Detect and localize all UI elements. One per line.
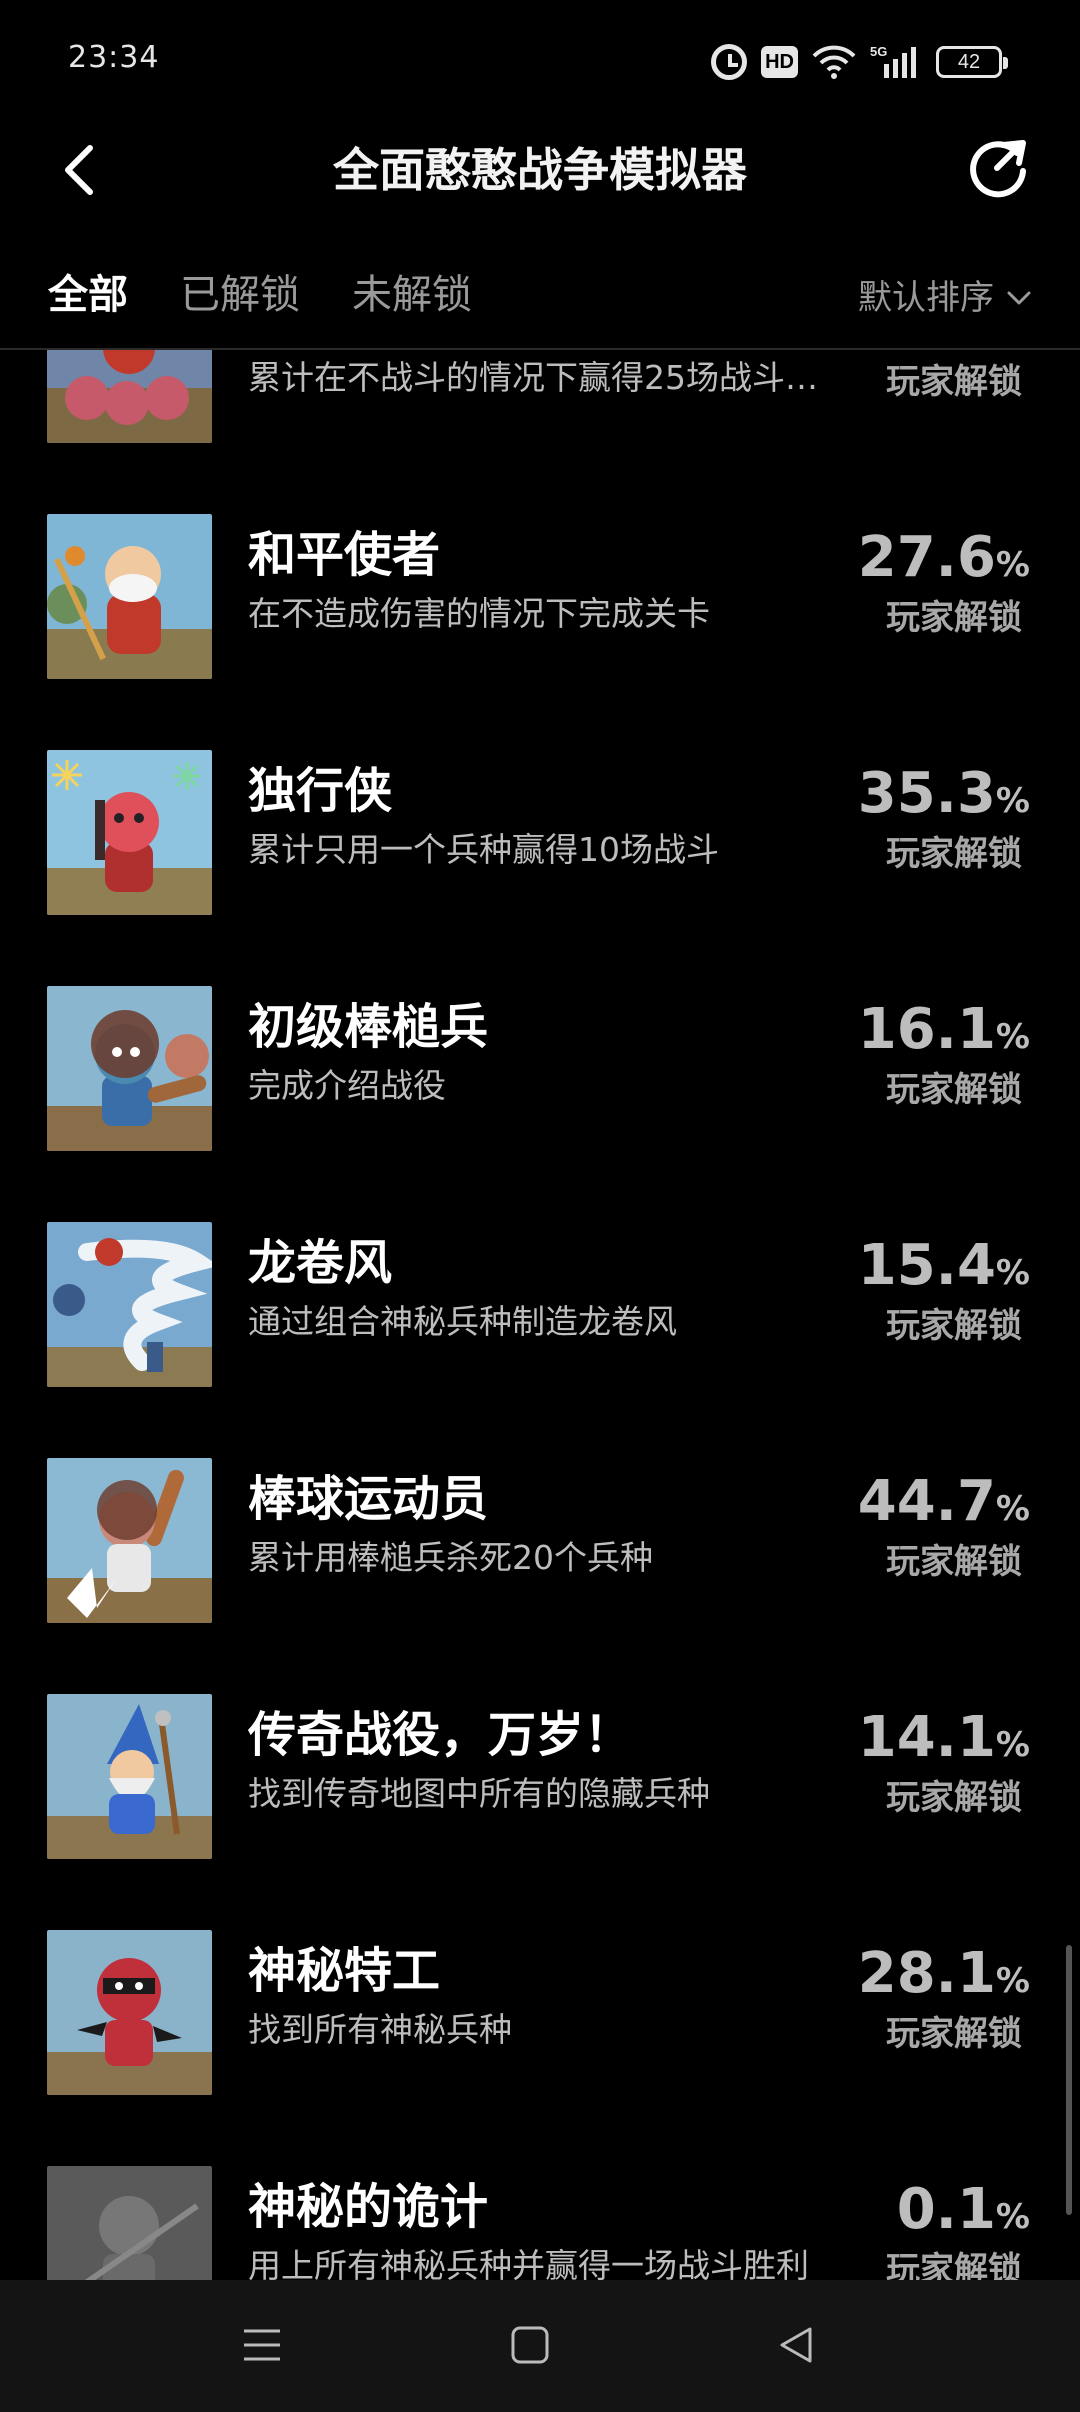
monk-thumb bbox=[47, 514, 212, 679]
sort-label: 默认排序 bbox=[858, 278, 994, 318]
unlock-label: 玩家解锁 bbox=[886, 1306, 1022, 1346]
svg-text:5G: 5G bbox=[870, 44, 887, 59]
achievement-row[interactable]: 神秘的诡计 用上所有神秘兵种并赢得一场战斗胜利 0.1% 玩家解锁 bbox=[0, 2124, 1080, 2280]
status-icons: HD 5G 42 bbox=[711, 38, 1008, 86]
achievement-row[interactable]: 棒球运动员 累计用棒槌兵杀死20个兵种 44.7% 玩家解锁 bbox=[0, 1416, 1080, 1652]
back-triangle-icon bbox=[780, 2327, 812, 2363]
ninja-thumb bbox=[47, 1930, 212, 2095]
achievement-desc: 完成介绍战役 bbox=[248, 1066, 446, 1105]
hd-icon: HD bbox=[761, 46, 798, 78]
fireworks-thumb bbox=[47, 750, 212, 915]
achievement-name: 初级棒槌兵 bbox=[248, 999, 489, 1055]
achievement-percent: 35.3% bbox=[857, 761, 1030, 826]
achievement-row[interactable]: 和平使者 在不造成伤害的情况下完成关卡 27.6% 玩家解锁 bbox=[0, 472, 1080, 708]
achievement-row[interactable]: 独行侠 累计只用一个兵种赢得10场战斗 35.3% 玩家解锁 bbox=[0, 708, 1080, 944]
achievement-percent: 27.6% bbox=[857, 525, 1030, 590]
page-title: 全面憨憨战争模拟器 bbox=[333, 143, 747, 197]
alarm-icon bbox=[711, 44, 748, 80]
achievement-desc: 累计在不战斗的情况下赢得25场战斗胜利 bbox=[248, 358, 848, 397]
battery-icon: 42 bbox=[936, 46, 1008, 78]
achievement-percent: 15.4% bbox=[857, 1233, 1030, 1298]
menu-icon bbox=[244, 2329, 280, 2361]
tab-all[interactable]: 全部 bbox=[48, 265, 128, 325]
red-unit-thumb bbox=[47, 350, 212, 443]
unlock-label: 玩家解锁 bbox=[886, 2014, 1022, 2054]
achievement-row[interactable]: 传奇战役，万岁！ 找到传奇地图中所有的隐藏兵种 14.1% 玩家解锁 bbox=[0, 1652, 1080, 1888]
unlock-label: 玩家解锁 bbox=[886, 1778, 1022, 1818]
signal-5g-icon: 5G bbox=[870, 44, 922, 80]
tab-locked[interactable]: 未解锁 bbox=[352, 265, 472, 325]
unlock-label: 玩家解锁 bbox=[886, 598, 1022, 638]
unlock-label: 玩家解锁 bbox=[886, 2250, 1022, 2280]
achievement-list[interactable]: 累计在不战斗的情况下赢得25场战斗胜利 玩家解锁 和平使者 在不造成伤害的情况下… bbox=[0, 350, 1080, 2280]
status-bar: 23:34 HD 5G 42 bbox=[0, 0, 1080, 120]
app-header: 全面憨憨战争模拟器 bbox=[0, 120, 1080, 220]
home-square-icon bbox=[511, 2326, 549, 2364]
home-button[interactable] bbox=[490, 2310, 570, 2380]
tab-unlocked[interactable]: 已解锁 bbox=[180, 265, 300, 325]
achievement-desc: 找到传奇地图中所有的隐藏兵种 bbox=[248, 1774, 710, 1813]
achievement-desc: 累计用棒槌兵杀死20个兵种 bbox=[248, 1538, 653, 1577]
tornado-thumb bbox=[47, 1222, 212, 1387]
filter-tabs: 全部 已解锁 未解锁 默认排序 bbox=[0, 255, 1080, 335]
locked-thumb bbox=[47, 2166, 212, 2280]
achievement-percent: 44.7% bbox=[857, 1469, 1030, 1534]
achievement-percent: 14.1% bbox=[857, 1705, 1030, 1770]
achievement-name: 棒球运动员 bbox=[248, 1471, 489, 1527]
clock: 23:34 bbox=[68, 40, 160, 75]
achievement-percent: 16.1% bbox=[857, 997, 1030, 1062]
back-nav-button[interactable] bbox=[756, 2310, 836, 2380]
achievement-row[interactable]: 累计在不战斗的情况下赢得25场战斗胜利 玩家解锁 bbox=[0, 350, 1080, 472]
achievement-name: 独行侠 bbox=[248, 763, 393, 819]
achievement-row[interactable]: 龙卷风 通过组合神秘兵种制造龙卷风 15.4% 玩家解锁 bbox=[0, 1180, 1080, 1416]
scrollbar[interactable] bbox=[1066, 1945, 1072, 2215]
unlock-label: 玩家解锁 bbox=[886, 1070, 1022, 1110]
club-warrior-thumb bbox=[47, 986, 212, 1151]
unlock-label: 玩家解锁 bbox=[886, 834, 1022, 874]
refresh-icon bbox=[970, 140, 1026, 198]
achievement-desc: 用上所有神秘兵种并赢得一场战斗胜利 bbox=[248, 2246, 809, 2280]
achievement-percent: 0.1% bbox=[896, 2177, 1030, 2242]
achievement-desc: 在不造成伤害的情况下完成关卡 bbox=[248, 594, 710, 633]
unlock-label: 玩家解锁 bbox=[886, 362, 1022, 402]
menu-button[interactable] bbox=[222, 2310, 302, 2380]
achievement-desc: 找到所有神秘兵种 bbox=[248, 2010, 512, 2049]
wifi-icon bbox=[812, 44, 856, 80]
achievement-row[interactable]: 神秘特工 找到所有神秘兵种 28.1% 玩家解锁 bbox=[0, 1888, 1080, 2124]
achievement-desc: 累计只用一个兵种赢得10场战斗 bbox=[248, 830, 719, 869]
system-nav-bar bbox=[0, 2280, 1080, 2412]
achievement-desc: 通过组合神秘兵种制造龙卷风 bbox=[248, 1302, 677, 1341]
baseball-thumb bbox=[47, 1458, 212, 1623]
unlock-label: 玩家解锁 bbox=[886, 1542, 1022, 1582]
refresh-button[interactable] bbox=[964, 134, 1032, 202]
sort-dropdown[interactable]: 默认排序 bbox=[858, 273, 1032, 323]
achievement-name: 和平使者 bbox=[248, 527, 441, 583]
wizard-thumb bbox=[47, 1694, 212, 1859]
achievement-name: 传奇战役，万岁！ bbox=[248, 1707, 633, 1763]
achievement-percent: 28.1% bbox=[857, 1941, 1030, 2006]
achievement-name: 神秘的诡计 bbox=[248, 2179, 489, 2235]
achievement-row[interactable]: 初级棒槌兵 完成介绍战役 16.1% 玩家解锁 bbox=[0, 944, 1080, 1180]
chevron-down-icon bbox=[1007, 291, 1031, 305]
achievement-name: 神秘特工 bbox=[248, 1943, 441, 1999]
achievement-name: 龙卷风 bbox=[248, 1235, 393, 1291]
